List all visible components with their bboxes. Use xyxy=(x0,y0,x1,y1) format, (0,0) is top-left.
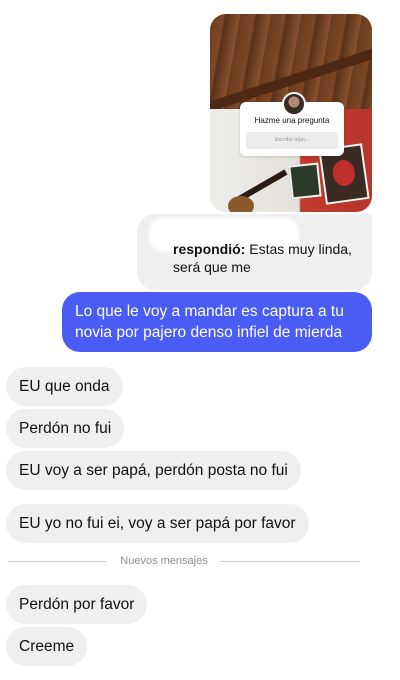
story-frame xyxy=(288,162,322,200)
message-bubble-incoming[interactable]: Creeme xyxy=(6,627,88,666)
story-preview[interactable]: Hazme una pregunta Escribe algo... xyxy=(210,14,372,212)
question-sticker: Hazme una pregunta Escribe algo... xyxy=(240,92,344,156)
question-title: Hazme una pregunta xyxy=(254,116,330,125)
message-bubble-incoming[interactable]: EU yo no fui ei, voy a ser papá por favo… xyxy=(6,504,309,543)
message-bubble-incoming[interactable]: Perdón no fui xyxy=(6,409,125,448)
divider-line-left xyxy=(8,561,106,562)
story-reply-quote: respondió: Estas muy linda, será que me xyxy=(137,214,372,290)
message-bubble-incoming[interactable]: EU que onda xyxy=(6,367,123,406)
reply-text: respondió: Estas muy linda, será que me xyxy=(173,240,363,276)
divider-label: Nuevos mensajes xyxy=(120,555,208,567)
avatar xyxy=(282,92,306,116)
new-messages-divider: Nuevos mensajes xyxy=(8,553,360,569)
reply-label: respondió: xyxy=(173,241,246,257)
message-bubble-incoming[interactable]: EU voy a ser papá, perdón posta no fui xyxy=(6,451,301,490)
divider-line-right xyxy=(220,561,360,562)
message-bubble-incoming[interactable]: Perdón por favor xyxy=(6,585,148,624)
message-bubble-outgoing[interactable]: Lo que le voy a mandar es captura a tu n… xyxy=(62,292,372,352)
question-input: Escribe algo... xyxy=(246,132,338,149)
story-guitar-body xyxy=(228,196,254,212)
